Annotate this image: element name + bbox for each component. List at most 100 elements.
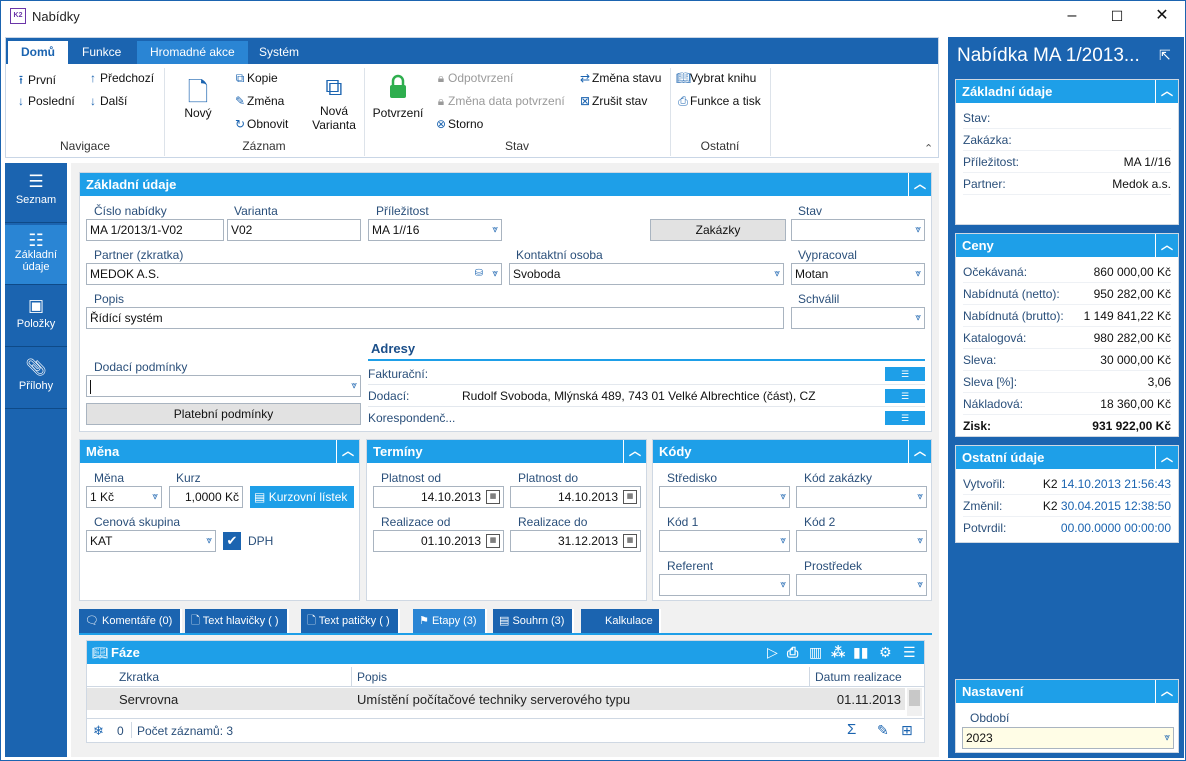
table-row[interactable]: Servrovna Umístění počítačové techniky s… <box>87 688 905 710</box>
exchange-list-button[interactable]: ▤ Kurzovní lístek <box>250 486 354 508</box>
currency-field[interactable]: 1 Kč ⩔ <box>86 486 162 508</box>
offer-number-field[interactable]: MA 1/2013/1-V02 <box>86 219 224 241</box>
delivery-address-menu-button[interactable]: ☰ <box>885 389 925 403</box>
collapse-ribbon-icon[interactable]: ⌃ <box>924 142 933 155</box>
partner-field[interactable]: MEDOK A.S. ⛁ ⩔ <box>86 263 502 285</box>
opportunity-field[interactable]: MA 1//16 ⩔ <box>368 219 502 241</box>
modified-date[interactable]: 30.04.2015 12:38:50 <box>1061 499 1171 513</box>
column-popis[interactable]: Popis <box>357 670 387 684</box>
minimize-button[interactable]: – <box>1049 1 1095 31</box>
dropdown-icon[interactable]: ⩔ <box>780 575 786 595</box>
correspondence-address-menu-button[interactable]: ☰ <box>885 411 925 425</box>
realization-to-field[interactable]: 31.12.2013 ▦ <box>510 530 641 552</box>
dropdown-icon[interactable]: ⩔ <box>780 487 786 507</box>
zakazky-button[interactable]: Zakázky <box>650 219 786 241</box>
dropdown-icon[interactable]: ⩔ <box>915 264 921 284</box>
sum-icon[interactable]: Σ <box>847 721 856 738</box>
dropdown-icon[interactable]: ⩔ <box>774 264 780 284</box>
calendar-icon[interactable]: ▦ <box>486 534 500 548</box>
tree-icon[interactable]: ⁂ <box>831 641 845 664</box>
dropdown-icon[interactable]: ⩔ <box>152 487 158 507</box>
variant-field[interactable]: V02 <box>227 219 361 241</box>
maximize-button[interactable]: ☐ <box>1094 1 1140 31</box>
realization-from-field[interactable]: 01.10.2013 ▦ <box>373 530 504 552</box>
tab-text-hlavicky[interactable]: 🗋 Text hlavičky ( ) <box>185 609 289 633</box>
tab-komentare[interactable]: 🗨︎ Komentáře (0) <box>79 609 183 633</box>
dropdown-icon[interactable]: ⩔ <box>492 220 498 240</box>
dropdown-icon[interactable]: ⩔ <box>915 220 921 240</box>
calendar-icon[interactable]: ▦ <box>486 490 500 504</box>
change-state-button[interactable]: ⇄ Změna stavu <box>578 71 661 85</box>
calendar-icon[interactable]: ▦ <box>623 534 637 548</box>
new-button[interactable]: 🗋 Nový <box>178 74 218 120</box>
copy-button[interactable]: ⧉ Kopie <box>233 71 278 86</box>
nav-seznam[interactable]: ☰ Seznam <box>5 163 67 223</box>
referent-field[interactable]: ⩔ <box>659 574 790 596</box>
valid-from-field[interactable]: 14.10.2013 ▦ <box>373 486 504 508</box>
printer-icon[interactable]: ⎙ <box>787 641 798 664</box>
delivery-terms-field[interactable]: ⩔ <box>86 375 361 397</box>
tab-system[interactable]: Systém <box>246 41 312 64</box>
dropdown-icon[interactable]: ⩔ <box>206 531 212 551</box>
resource-field[interactable]: ⩔ <box>796 574 927 596</box>
contact-person-field[interactable]: Svoboda ⩔ <box>509 263 784 285</box>
prepared-by-field[interactable]: Motan ⩔ <box>791 263 925 285</box>
chevron-up-icon[interactable]: ︿ <box>1155 80 1178 103</box>
dropdown-icon[interactable]: ⩔ <box>915 308 921 328</box>
cost-center-field[interactable]: ⩔ <box>659 486 790 508</box>
column-zkratka[interactable]: Zkratka <box>119 670 159 684</box>
next-button[interactable]: ↓ Další <box>86 94 127 108</box>
state-field[interactable]: ⩔ <box>791 219 925 241</box>
tab-souhrn[interactable]: ▤ Souhrn (3) <box>493 609 575 633</box>
edit-icon[interactable]: ✎ <box>877 722 889 739</box>
chevron-up-icon[interactable]: ︿ <box>1155 234 1178 257</box>
approved-by-field[interactable]: ⩔ <box>791 307 925 329</box>
storno-button[interactable]: ⊗ Storno <box>434 117 483 131</box>
refresh-button[interactable]: ↻ Obnovit <box>233 117 288 131</box>
menu-icon[interactable]: ☰ <box>903 641 916 664</box>
column-datum-realizace[interactable]: Datum realizace <box>815 670 902 684</box>
close-button[interactable]: ✕ <box>1139 1 1185 31</box>
nav-zakladni-udaje[interactable]: ☷ Základní údaje <box>5 225 67 285</box>
billing-address-menu-button[interactable]: ☰ <box>885 367 925 381</box>
chevron-up-icon[interactable]: ︿ <box>1155 446 1178 469</box>
dropdown-icon[interactable]: ⩔ <box>917 575 923 595</box>
tab-funkce[interactable]: Funkce <box>69 41 134 64</box>
tab-domu[interactable]: Domů <box>8 41 68 64</box>
vat-checkbox[interactable]: ✔ <box>223 532 241 550</box>
nav-polozky[interactable]: ▣ Položky <box>5 287 67 347</box>
new-variant-button[interactable]: ⧉ Nová Varianta <box>309 74 359 132</box>
dropdown-icon[interactable]: ⩔ <box>1164 728 1170 748</box>
chevron-up-icon[interactable]: ︿ <box>623 440 646 463</box>
chevron-up-icon[interactable]: ︿ <box>336 440 359 463</box>
created-date[interactable]: 14.10.2013 21:56:43 <box>1061 477 1171 491</box>
tab-hromadne-akce[interactable]: Hromadné akce <box>137 41 248 64</box>
chevron-up-icon[interactable]: ︿ <box>908 440 931 463</box>
valid-to-field[interactable]: 14.10.2013 ▦ <box>510 486 641 508</box>
code-2-field[interactable]: ⩔ <box>796 530 927 552</box>
gear-icon[interactable]: ⚙ <box>879 641 892 664</box>
change-button[interactable]: ✎ Změna <box>233 94 284 108</box>
first-button[interactable]: ⭱ První <box>14 71 56 92</box>
code-1-field[interactable]: ⩔ <box>659 530 790 552</box>
payment-terms-button[interactable]: Platební podmínky <box>86 403 361 425</box>
dropdown-icon[interactable]: ⩔ <box>917 531 923 551</box>
tab-kalkulace[interactable]: Kalkulace <box>581 609 661 633</box>
network-icon[interactable]: ⛁ <box>475 264 483 284</box>
chevron-up-icon[interactable]: ︿ <box>908 173 931 196</box>
description-field[interactable]: Řídící systém <box>86 307 784 329</box>
tab-etapy[interactable]: ⚑ Etapy (3) <box>413 609 487 633</box>
unconfirm-button[interactable]: 🔒︎ Odpotvrzení <box>434 71 514 86</box>
dropdown-icon[interactable]: ⩔ <box>351 376 357 396</box>
add-record-icon[interactable]: ⊞ <box>901 722 913 739</box>
select-book-button[interactable]: 📖︎Vybrat knihu <box>676 71 756 85</box>
scrollbar-thumb[interactable] <box>909 690 920 706</box>
cancel-state-button[interactable]: ⊠ Zrušit stav <box>578 94 647 108</box>
vertical-scrollbar[interactable] <box>907 688 922 716</box>
previous-button[interactable]: ↑ Předchozí <box>86 71 154 85</box>
exchange-rate-field[interactable]: 1,0000 Kč <box>169 486 243 508</box>
period-field[interactable]: 2023 ⩔ <box>962 727 1174 749</box>
nav-prilohy[interactable]: 📎︎ Přílohy <box>5 349 67 409</box>
price-group-field[interactable]: KAT ⩔ <box>86 530 216 552</box>
dropdown-icon[interactable]: ⩔ <box>492 264 498 284</box>
